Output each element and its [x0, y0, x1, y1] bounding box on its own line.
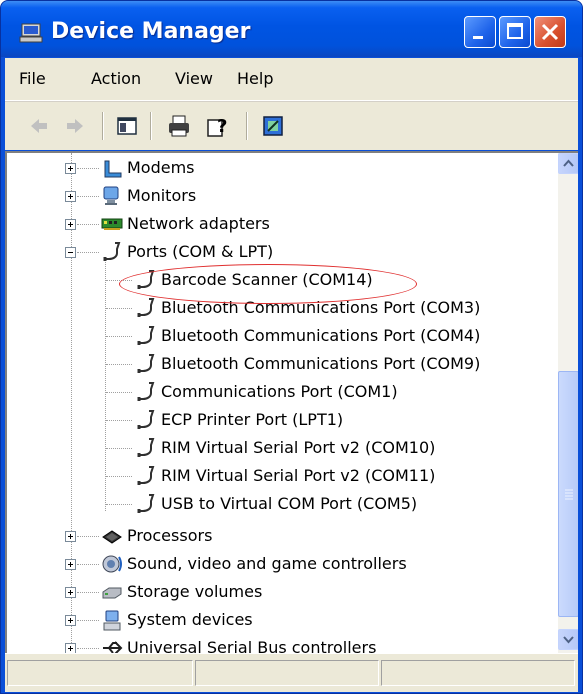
port-icon [137, 326, 155, 345]
tree-connector [106, 420, 132, 421]
toolbar-separator [102, 112, 104, 140]
speaker-icon [102, 555, 122, 573]
computer-icon [19, 23, 43, 43]
system-devices-icon [103, 610, 121, 631]
tree-connector [77, 648, 99, 649]
tree-connector [77, 224, 99, 225]
port-icon [137, 354, 155, 373]
tree-connector [105, 257, 106, 511]
expand-usb[interactable] [65, 643, 76, 653]
maximize-button[interactable] [499, 16, 531, 48]
help-icon[interactable]: ? [204, 112, 232, 140]
scroll-up-button[interactable] [558, 153, 578, 174]
show-hide-console-tree-icon[interactable] [113, 112, 141, 140]
device-tree[interactable]: Modems Monitors Network adapters Ports (… [5, 151, 578, 653]
chevron-down-icon [563, 636, 574, 644]
expand-sound[interactable] [65, 559, 76, 570]
menu-help[interactable]: Help [237, 69, 273, 88]
port-icon [137, 438, 155, 457]
tree-connector [106, 392, 132, 393]
status-bar [5, 653, 578, 692]
expand-modems[interactable] [65, 163, 76, 174]
port-icon [137, 298, 155, 317]
network-adapter-icon [101, 218, 123, 230]
modem-icon [104, 160, 122, 178]
monitor-icon [103, 186, 119, 205]
close-button[interactable] [534, 16, 566, 48]
tree-connector [77, 592, 99, 593]
properties-icon[interactable] [259, 112, 287, 140]
tree-connector [77, 252, 99, 253]
port-icon [137, 382, 155, 401]
processor-icon [102, 530, 122, 544]
tree-connector [106, 476, 132, 477]
window-title: Device Manager [51, 19, 251, 44]
scroll-thumb[interactable] [558, 371, 578, 617]
grip-icon [565, 489, 573, 500]
port-icon [103, 242, 121, 261]
collapse-ports[interactable] [65, 247, 76, 258]
menu-action[interactable]: Action [91, 69, 141, 88]
toolbar-separator [246, 112, 248, 140]
maximize-icon [507, 23, 523, 39]
back-icon[interactable] [25, 112, 53, 140]
tree-connector [106, 364, 132, 365]
expand-storage[interactable] [65, 587, 76, 598]
status-pane [381, 660, 575, 686]
expand-monitors[interactable] [65, 191, 76, 202]
expand-system[interactable] [65, 615, 76, 626]
svg-text:?: ? [217, 116, 227, 137]
tree-connector [77, 168, 99, 169]
toolbar-separator [150, 112, 152, 140]
expand-network-adapters[interactable] [65, 219, 76, 230]
status-pane [7, 660, 193, 686]
status-pane [195, 660, 379, 686]
forward-icon[interactable] [61, 112, 89, 140]
tree-connector [106, 308, 132, 309]
menu-view[interactable]: View [175, 69, 213, 88]
scroll-down-button[interactable] [558, 629, 578, 650]
tree-connector [77, 196, 99, 197]
minimize-icon [473, 36, 483, 39]
chevron-up-icon [563, 159, 574, 167]
tree-connector [106, 280, 132, 281]
usb-icon [103, 641, 123, 653]
print-icon[interactable] [165, 112, 193, 140]
port-icon [137, 410, 155, 429]
tree-connector [77, 536, 99, 537]
port-icon [137, 494, 155, 513]
tree-connector [77, 564, 99, 565]
minimize-button[interactable] [464, 16, 496, 48]
tree-connector [106, 448, 132, 449]
port-icon [137, 270, 155, 289]
menu-file[interactable]: File [19, 69, 46, 88]
port-icon [137, 466, 155, 485]
menu-bar: File Action View Help [5, 58, 578, 101]
device-manager-window: Device Manager File Action View Help ? M… [0, 0, 583, 694]
vertical-scrollbar[interactable] [558, 153, 578, 653]
title-bar[interactable]: Device Manager [1, 1, 582, 57]
close-icon [541, 23, 559, 41]
storage-icon [102, 587, 122, 599]
tree-connector [77, 620, 99, 621]
tree-connector [106, 504, 132, 505]
toolbar: ? [5, 101, 578, 150]
tree-connector [106, 336, 132, 337]
expand-processors[interactable] [65, 531, 76, 542]
